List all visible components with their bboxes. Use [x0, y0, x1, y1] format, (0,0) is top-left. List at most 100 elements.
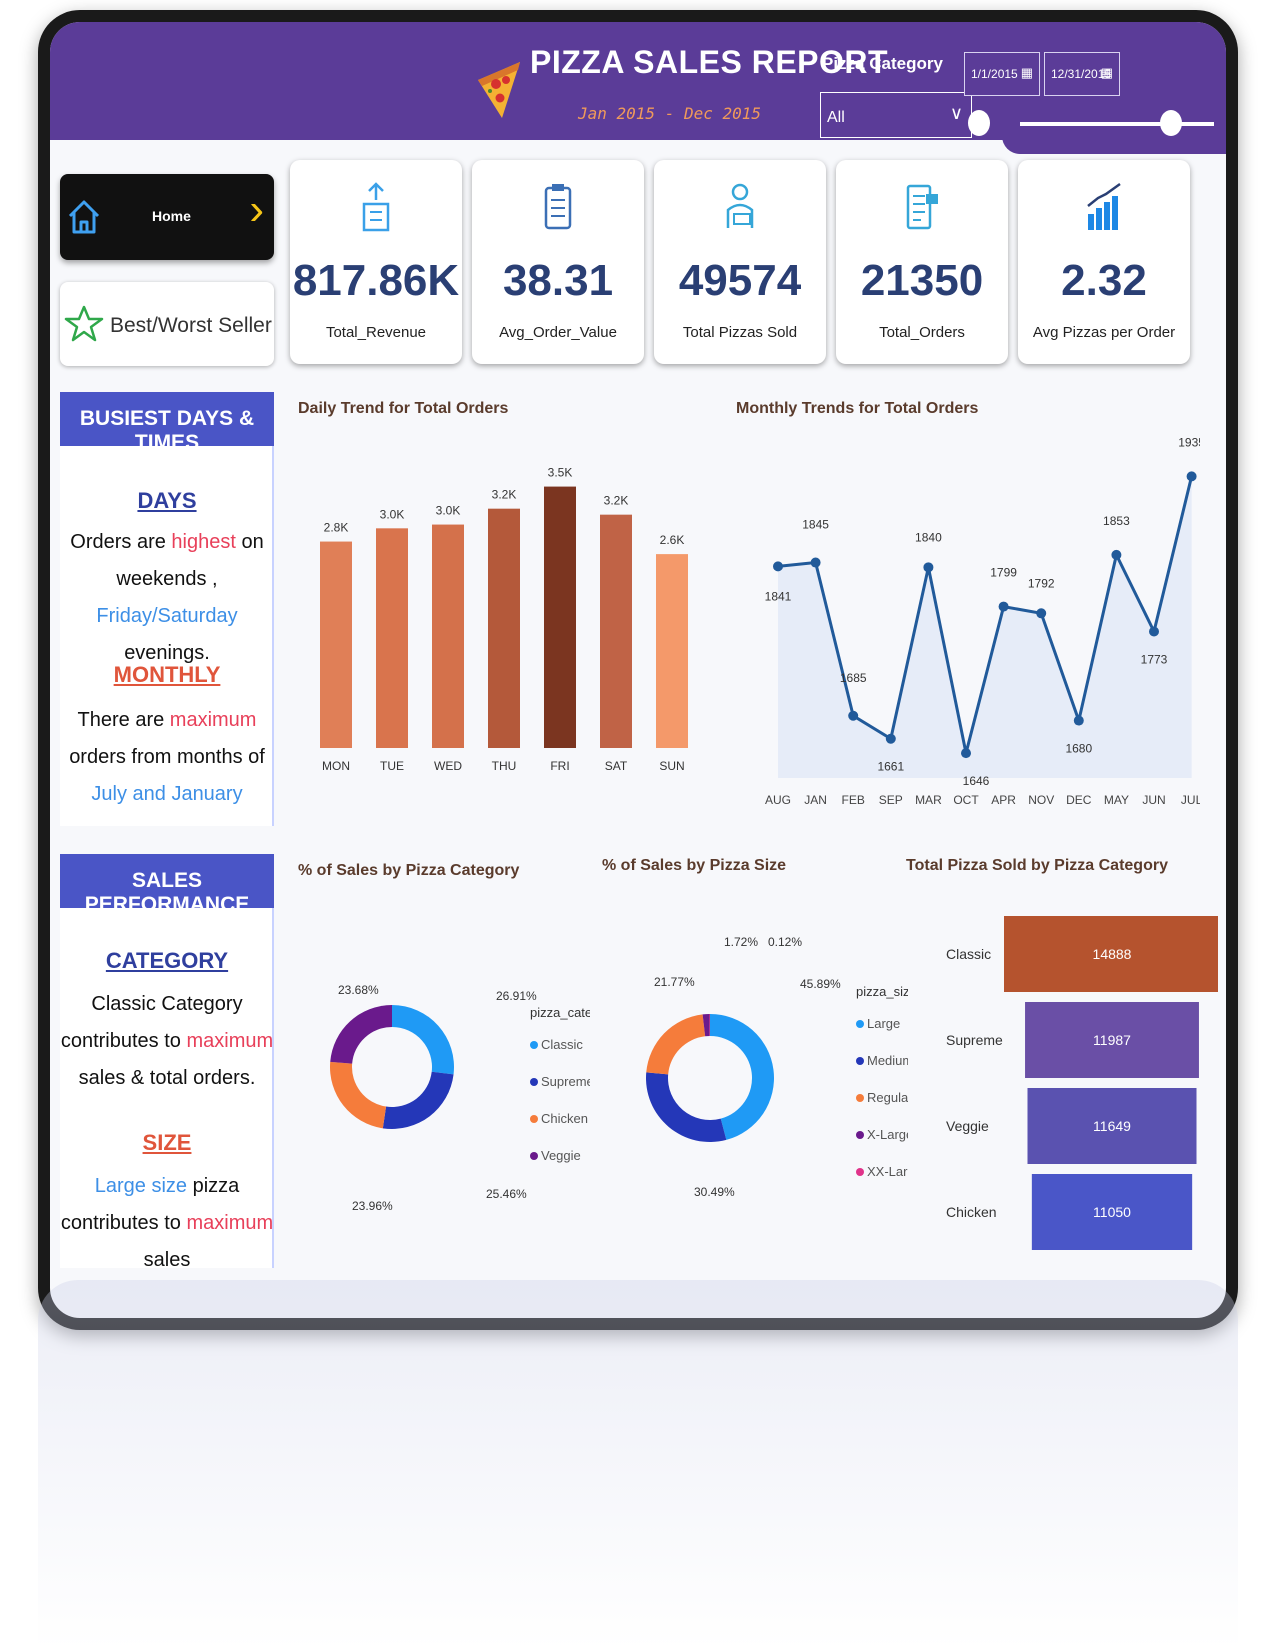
kpi-label: Total_Revenue — [325, 324, 427, 341]
category-donut-chart: 26.91% 25.46% 23.96% 23.68% pizza_category Cl… — [330, 983, 590, 1213]
x-tick-label: APR — [991, 793, 1016, 807]
slice-data-label: 1.72% — [724, 935, 758, 949]
point-data-label: 1853 — [1103, 514, 1130, 528]
data-point — [1186, 471, 1197, 482]
point-data-label: 1792 — [1028, 576, 1055, 590]
legend-marker — [530, 1041, 538, 1049]
pizza-slice-icon — [478, 62, 520, 118]
bar-data-label: 3.5K — [548, 466, 573, 480]
kpi-value: 49574 — [678, 256, 802, 305]
start-date-value: 1/1/2015 — [971, 67, 1018, 81]
bar-data-label: 3.0K — [380, 507, 405, 521]
category-label: Supreme — [946, 1032, 1003, 1048]
legend-label: Classic — [541, 1037, 583, 1052]
bar — [656, 554, 688, 748]
point-data-label: 1685 — [840, 671, 867, 685]
x-tick-label: MON — [322, 759, 350, 773]
kpi-label: Avg_Order_Value — [499, 324, 617, 341]
slice-data-label: 45.89% — [800, 977, 841, 991]
home-nav-label: Home — [152, 208, 191, 224]
x-tick-label: FEB — [842, 793, 865, 807]
monthly-text: There are maximum orders from months of … — [60, 702, 274, 813]
end-date-input[interactable]: 12/31/2015 ▦ — [1044, 52, 1120, 96]
monthly-text-highlight: maximum — [169, 709, 257, 731]
donut-slice — [646, 1072, 727, 1142]
kpi-label: Avg Pizzas per Order — [1032, 324, 1176, 341]
start-date-input[interactable]: 1/1/2015 ▦ — [964, 52, 1040, 96]
category-sales-title: % of Sales by Pizza Category — [298, 862, 520, 879]
donut-slice — [646, 1014, 706, 1075]
device-frame: PIZZA SALES REPORT Jan 2015 - Dec 2015 P… — [38, 10, 1238, 1330]
home-nav-button[interactable]: Home › — [60, 174, 274, 260]
pizza-sold-hbar-chart: Classic 14888 Supreme 11987 Veggie 11649 Chick… — [946, 916, 1218, 1250]
slice-data-label: 26.91% — [496, 989, 537, 1003]
data-point — [1073, 715, 1084, 726]
legend-label: Veggie — [541, 1148, 581, 1163]
category-filter-select[interactable]: All ∨ — [820, 92, 972, 138]
best-worst-seller-nav-button[interactable]: Best/Worst Seller — [60, 282, 274, 366]
kpi-value: 38.31 — [502, 256, 614, 305]
data-point — [1036, 608, 1047, 619]
bar — [432, 524, 464, 748]
date-slider-start-handle[interactable] — [968, 110, 990, 136]
bar-data-label: 3.0K — [436, 504, 461, 518]
bar — [488, 508, 520, 748]
days-text-part: Orders are — [70, 531, 172, 553]
days-text-highlight: Friday/Saturday — [96, 605, 238, 627]
legend-marker — [856, 1168, 864, 1176]
category-text-highlight: maximum — [186, 1030, 274, 1052]
frame-reflection — [38, 1280, 1238, 1650]
legend-marker — [530, 1115, 538, 1123]
x-tick-label: JAN — [804, 793, 827, 807]
point-data-label: 1646 — [963, 774, 990, 788]
date-range-slider[interactable] — [1020, 122, 1214, 126]
size-text-highlight: Large size — [94, 1175, 188, 1197]
bar-data-label: 11649 — [1093, 1118, 1131, 1134]
bar-growth-icon — [1087, 182, 1121, 230]
best-worst-seller-label: Best/Worst Seller — [110, 314, 272, 337]
x-tick-label: JUN — [1142, 793, 1165, 807]
x-tick-label: MAY — [1104, 793, 1129, 807]
home-icon — [68, 200, 100, 234]
date-slider-end-handle[interactable] — [1160, 110, 1182, 136]
point-data-label: 1845 — [802, 518, 829, 532]
x-tick-label: OCT — [953, 793, 979, 807]
kpi-value: 21350 — [860, 256, 984, 305]
bar-data-label: 3.2K — [604, 494, 629, 508]
slice-data-label: 25.46% — [486, 1187, 527, 1201]
slice-data-label: 23.96% — [352, 1199, 393, 1213]
kpi-card-avg-order-value: 38.31 Avg_Order_Value — [472, 160, 644, 364]
legend-label: Large — [867, 1016, 900, 1031]
bar-data-label: 11987 — [1093, 1032, 1131, 1048]
slice-data-label: 21.77% — [654, 975, 695, 989]
calendar-icon: ▦ — [1100, 65, 1113, 80]
days-text: Orders are highest on weekends , Friday/… — [60, 524, 274, 672]
bar-data-label: 14888 — [1093, 946, 1132, 962]
donut-slice — [330, 1005, 392, 1064]
category-label: Chicken — [946, 1204, 997, 1220]
point-data-label: 1661 — [877, 760, 904, 774]
revenue-icon — [362, 182, 390, 232]
monthly-text-part: orders from months of — [69, 746, 265, 768]
x-tick-label: SEP — [879, 793, 903, 807]
sales-performance-heading: SALES PERFORMANCE — [60, 854, 274, 916]
calendar-icon: ▦ — [1020, 65, 1033, 80]
bar — [600, 514, 632, 748]
legend-label: Chicken — [541, 1111, 588, 1126]
kpi-card-total-revenue: 817.86K Total_Revenue — [290, 160, 462, 364]
category-title: CATEGORY — [105, 948, 229, 973]
sales-performance-panel: CATEGORY Classic Category contributes to… — [60, 908, 274, 1271]
donut-slice — [392, 1005, 454, 1075]
point-data-label: 1680 — [1065, 742, 1092, 756]
monthly-trend-chart: 1841 AUG 1845 JAN 1685 FEB 1661 SEP 1840 MAR 1646 O… — [765, 435, 1200, 807]
daily-trend-chart: 2.8K MON 3.0K TUE 3.0K WED 3.2K THU 3.5K FRI 3.2K S… — [320, 466, 688, 773]
legend-marker — [856, 1057, 864, 1065]
x-tick-label: SAT — [605, 759, 628, 773]
slice-data-label: 23.68% — [338, 983, 379, 997]
category-filter-label: Pizza Category — [822, 54, 943, 73]
bar — [376, 528, 408, 748]
data-point — [923, 562, 934, 573]
size-text-highlight: maximum — [186, 1212, 274, 1234]
clipboard-icon — [544, 184, 572, 230]
data-point — [885, 733, 896, 744]
